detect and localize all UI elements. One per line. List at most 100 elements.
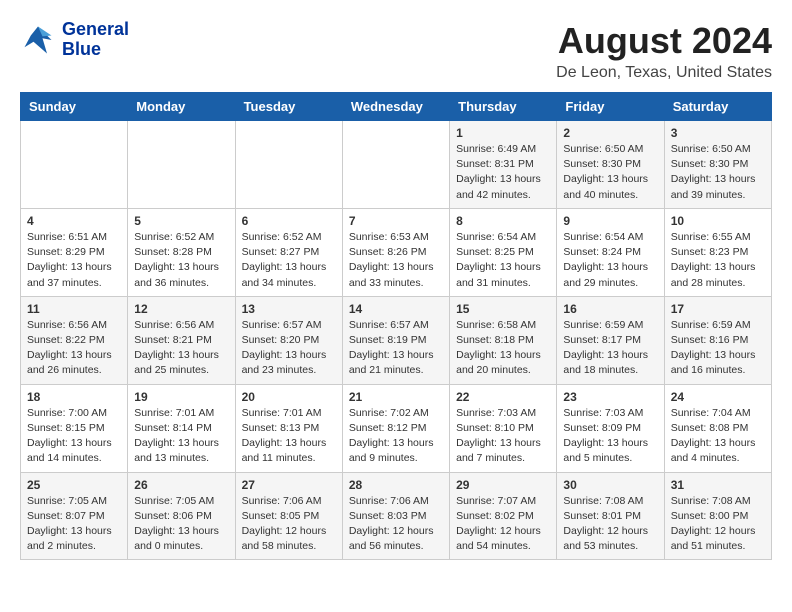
day-number: 9	[563, 214, 657, 228]
calendar-cell: 16 Sunrise: 6:59 AMSunset: 8:17 PMDayligh…	[557, 296, 664, 384]
day-info: Sunrise: 6:59 AMSunset: 8:16 PMDaylight:…	[671, 318, 765, 379]
day-number: 15	[456, 302, 550, 316]
calendar-cell: 11 Sunrise: 6:56 AMSunset: 8:22 PMDayligh…	[21, 296, 128, 384]
week-row-5: 25 Sunrise: 7:05 AMSunset: 8:07 PMDayligh…	[21, 472, 772, 560]
calendar-cell: 24 Sunrise: 7:04 AMSunset: 8:08 PMDayligh…	[664, 384, 771, 472]
day-number: 29	[456, 478, 550, 492]
day-number: 17	[671, 302, 765, 316]
day-info: Sunrise: 6:57 AMSunset: 8:20 PMDaylight:…	[242, 318, 336, 379]
calendar-cell: 7 Sunrise: 6:53 AMSunset: 8:26 PMDaylight…	[342, 208, 449, 296]
calendar-cell: 3Sunrise: 6:50 AMSunset: 8:30 PMDaylight…	[664, 121, 771, 209]
day-number: 7	[349, 214, 443, 228]
day-number: 25	[27, 478, 121, 492]
day-info: Sunrise: 6:58 AMSunset: 8:18 PMDaylight:…	[456, 318, 550, 379]
day-info: Sunrise: 6:49 AMSunset: 8:31 PMDaylight:…	[456, 142, 550, 203]
day-info: Sunrise: 6:59 AMSunset: 8:17 PMDaylight:…	[563, 318, 657, 379]
page-header: General Blue August 2024 De Leon, Texas,…	[20, 20, 772, 82]
day-number: 11	[27, 302, 121, 316]
week-row-4: 18 Sunrise: 7:00 AMSunset: 8:15 PMDayligh…	[21, 384, 772, 472]
day-info: Sunrise: 7:04 AMSunset: 8:08 PMDaylight:…	[671, 406, 765, 467]
day-number: 31	[671, 478, 765, 492]
day-info: Sunrise: 6:53 AMSunset: 8:26 PMDaylight:…	[349, 230, 443, 291]
day-number: 8	[456, 214, 550, 228]
weekday-header-monday: Monday	[128, 93, 235, 121]
calendar-cell: 21 Sunrise: 7:02 AMSunset: 8:12 PMDayligh…	[342, 384, 449, 472]
day-info: Sunrise: 7:01 AMSunset: 8:14 PMDaylight:…	[134, 406, 228, 467]
day-info: Sunrise: 6:56 AMSunset: 8:21 PMDaylight:…	[134, 318, 228, 379]
subtitle: De Leon, Texas, United States	[556, 64, 772, 82]
day-number: 20	[242, 390, 336, 404]
day-number: 1	[456, 126, 550, 140]
weekday-header-sunday: Sunday	[21, 93, 128, 121]
weekday-header-wednesday: Wednesday	[342, 93, 449, 121]
main-title: August 2024	[556, 20, 772, 62]
weekday-header-saturday: Saturday	[664, 93, 771, 121]
calendar-cell: 27 Sunrise: 7:06 AMSunset: 8:05 PMDayligh…	[235, 472, 342, 560]
day-number: 12	[134, 302, 228, 316]
day-info: Sunrise: 6:54 AMSunset: 8:25 PMDaylight:…	[456, 230, 550, 291]
weekday-header-row: SundayMondayTuesdayWednesdayThursdayFrid…	[21, 93, 772, 121]
day-info: Sunrise: 6:52 AMSunset: 8:27 PMDaylight:…	[242, 230, 336, 291]
day-info: Sunrise: 7:00 AMSunset: 8:15 PMDaylight:…	[27, 406, 121, 467]
day-info: Sunrise: 7:05 AMSunset: 8:06 PMDaylight:…	[134, 494, 228, 555]
logo-icon	[20, 22, 56, 58]
day-info: Sunrise: 6:56 AMSunset: 8:22 PMDaylight:…	[27, 318, 121, 379]
calendar-cell: 12 Sunrise: 6:56 AMSunset: 8:21 PMDayligh…	[128, 296, 235, 384]
day-info: Sunrise: 6:57 AMSunset: 8:19 PMDaylight:…	[349, 318, 443, 379]
calendar-cell	[21, 121, 128, 209]
calendar-cell: 13 Sunrise: 6:57 AMSunset: 8:20 PMDayligh…	[235, 296, 342, 384]
day-info: Sunrise: 7:02 AMSunset: 8:12 PMDaylight:…	[349, 406, 443, 467]
day-info: Sunrise: 7:07 AMSunset: 8:02 PMDaylight:…	[456, 494, 550, 555]
day-number: 13	[242, 302, 336, 316]
calendar-cell: 19Sunrise: 7:01 AMSunset: 8:14 PMDayligh…	[128, 384, 235, 472]
calendar-cell: 28Sunrise: 7:06 AMSunset: 8:03 PMDayligh…	[342, 472, 449, 560]
day-info: Sunrise: 7:06 AMSunset: 8:05 PMDaylight:…	[242, 494, 336, 555]
calendar-cell: 10Sunrise: 6:55 AMSunset: 8:23 PMDayligh…	[664, 208, 771, 296]
calendar-cell: 20 Sunrise: 7:01 AMSunset: 8:13 PMDayligh…	[235, 384, 342, 472]
day-number: 2	[563, 126, 657, 140]
day-number: 4	[27, 214, 121, 228]
day-number: 6	[242, 214, 336, 228]
day-info: Sunrise: 7:06 AMSunset: 8:03 PMDaylight:…	[349, 494, 443, 555]
day-number: 24	[671, 390, 765, 404]
calendar-cell: 30 Sunrise: 7:08 AMSunset: 8:01 PMDayligh…	[557, 472, 664, 560]
day-info: Sunrise: 7:01 AMSunset: 8:13 PMDaylight:…	[242, 406, 336, 467]
calendar-cell: 15 Sunrise: 6:58 AMSunset: 8:18 PMDayligh…	[450, 296, 557, 384]
calendar-cell: 5Sunrise: 6:52 AMSunset: 8:28 PMDaylight…	[128, 208, 235, 296]
day-info: Sunrise: 7:08 AMSunset: 8:01 PMDaylight:…	[563, 494, 657, 555]
week-row-3: 11 Sunrise: 6:56 AMSunset: 8:22 PMDayligh…	[21, 296, 772, 384]
week-row-1: 1 Sunrise: 6:49 AMSunset: 8:31 PMDaylight…	[21, 121, 772, 209]
day-info: Sunrise: 6:52 AMSunset: 8:28 PMDaylight:…	[134, 230, 228, 291]
day-number: 30	[563, 478, 657, 492]
calendar-cell	[128, 121, 235, 209]
day-number: 23	[563, 390, 657, 404]
day-info: Sunrise: 7:03 AMSunset: 8:10 PMDaylight:…	[456, 406, 550, 467]
logo: General Blue	[20, 20, 129, 60]
day-info: Sunrise: 6:55 AMSunset: 8:23 PMDaylight:…	[671, 230, 765, 291]
day-number: 27	[242, 478, 336, 492]
calendar-cell: 23Sunrise: 7:03 AMSunset: 8:09 PMDayligh…	[557, 384, 664, 472]
calendar-cell: 4 Sunrise: 6:51 AMSunset: 8:29 PMDaylight…	[21, 208, 128, 296]
calendar-cell: 9 Sunrise: 6:54 AMSunset: 8:24 PMDaylight…	[557, 208, 664, 296]
weekday-header-thursday: Thursday	[450, 93, 557, 121]
day-info: Sunrise: 6:51 AMSunset: 8:29 PMDaylight:…	[27, 230, 121, 291]
day-number: 16	[563, 302, 657, 316]
day-info: Sunrise: 6:50 AMSunset: 8:30 PMDaylight:…	[671, 142, 765, 203]
day-number: 26	[134, 478, 228, 492]
weekday-header-tuesday: Tuesday	[235, 93, 342, 121]
day-info: Sunrise: 6:50 AMSunset: 8:30 PMDaylight:…	[563, 142, 657, 203]
day-info: Sunrise: 7:08 AMSunset: 8:00 PMDaylight:…	[671, 494, 765, 555]
calendar-cell: 14 Sunrise: 6:57 AMSunset: 8:19 PMDayligh…	[342, 296, 449, 384]
calendar-cell: 25 Sunrise: 7:05 AMSunset: 8:07 PMDayligh…	[21, 472, 128, 560]
weekday-header-friday: Friday	[557, 93, 664, 121]
day-number: 18	[27, 390, 121, 404]
calendar-body: 1 Sunrise: 6:49 AMSunset: 8:31 PMDaylight…	[21, 121, 772, 560]
day-info: Sunrise: 6:54 AMSunset: 8:24 PMDaylight:…	[563, 230, 657, 291]
day-number: 14	[349, 302, 443, 316]
day-number: 21	[349, 390, 443, 404]
calendar-cell: 31 Sunrise: 7:08 AMSunset: 8:00 PMDayligh…	[664, 472, 771, 560]
calendar-cell: 17 Sunrise: 6:59 AMSunset: 8:16 PMDayligh…	[664, 296, 771, 384]
calendar-cell: 26 Sunrise: 7:05 AMSunset: 8:06 PMDayligh…	[128, 472, 235, 560]
day-info: Sunrise: 7:05 AMSunset: 8:07 PMDaylight:…	[27, 494, 121, 555]
title-area: August 2024 De Leon, Texas, United State…	[556, 20, 772, 82]
